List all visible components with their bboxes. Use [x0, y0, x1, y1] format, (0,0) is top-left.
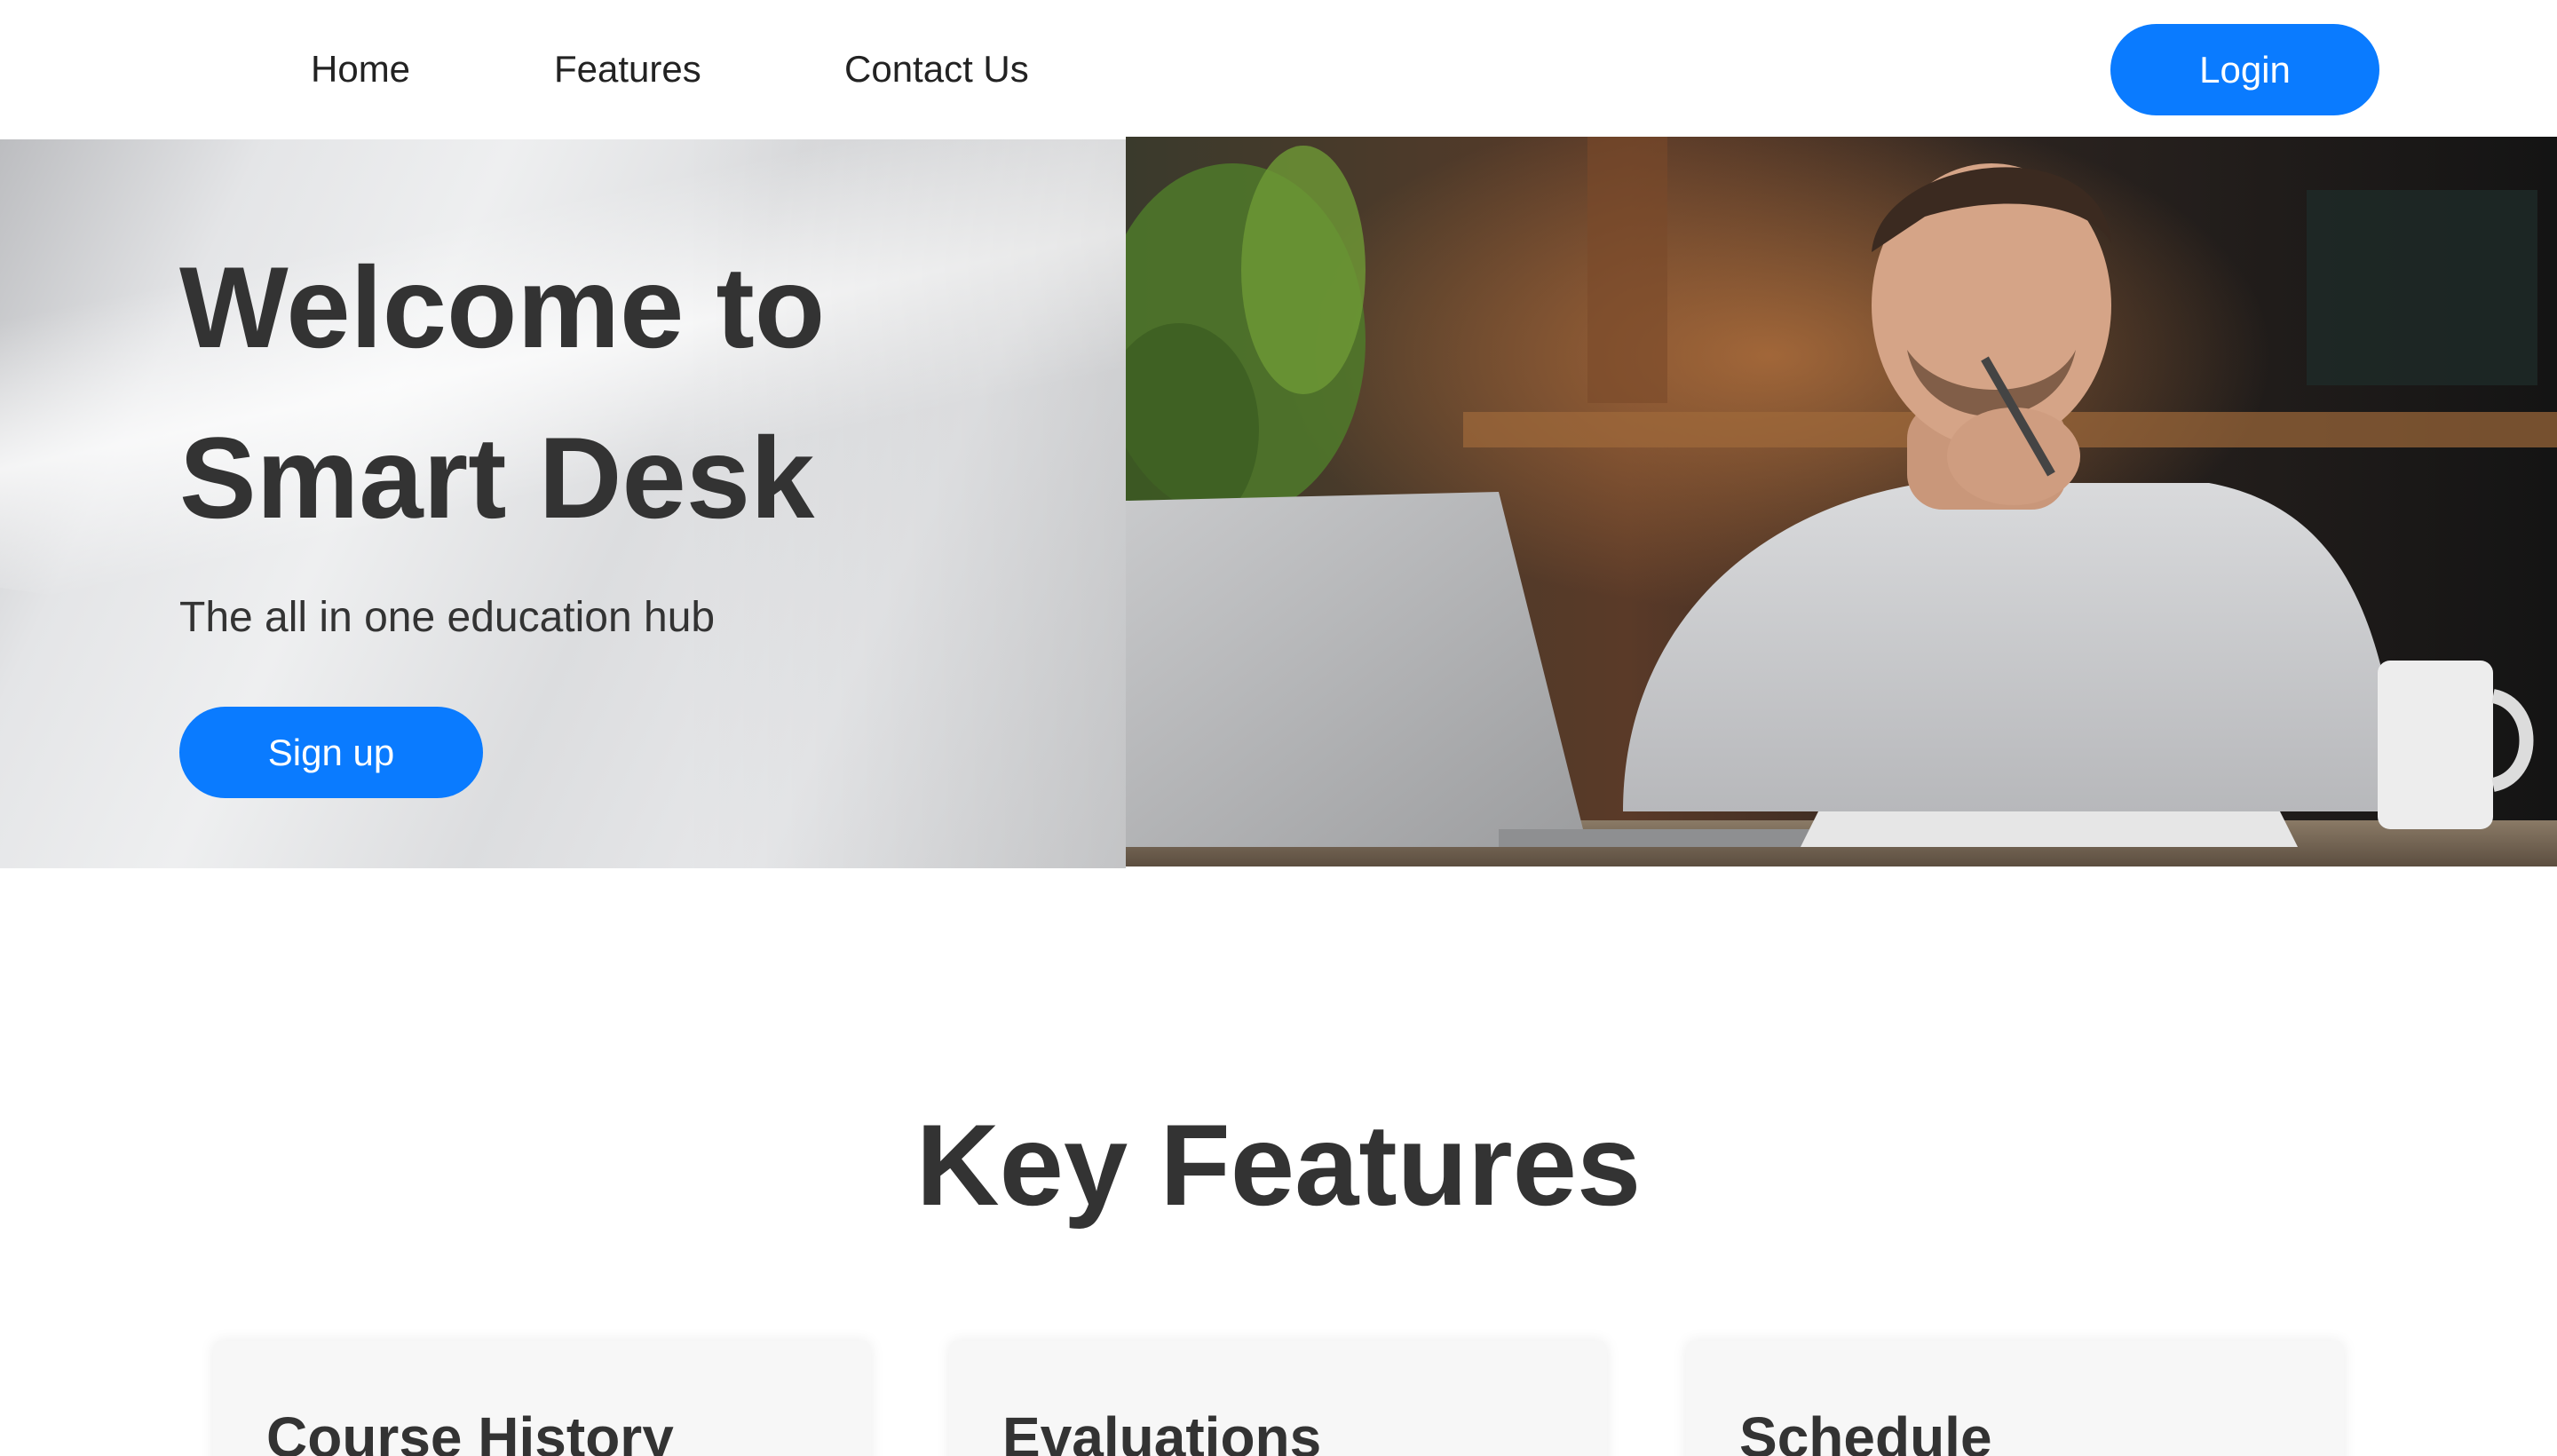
feature-card-title: Schedule	[1739, 1405, 1992, 1456]
login-button[interactable]: Login	[2110, 24, 2379, 115]
hero-title: Welcome to Smart Desk	[179, 242, 826, 542]
top-nav: Home Features Contact Us Login	[0, 0, 2557, 137]
sign-up-button[interactable]: Sign up	[179, 707, 483, 798]
man-at-laptop-photo	[1126, 137, 2557, 866]
key-features-title: Key Features	[915, 1100, 1642, 1230]
feature-card-title: Evaluations	[1002, 1405, 1322, 1456]
feature-card-course-history[interactable]: Course History	[213, 1341, 871, 1456]
nav-link-features[interactable]: Features	[554, 43, 701, 96]
hero-subtitle: The all in one education hub	[179, 594, 716, 641]
feature-card-schedule[interactable]: Schedule	[1686, 1341, 2344, 1456]
nav-link-home[interactable]: Home	[311, 43, 410, 96]
feature-card-evaluations[interactable]: Evaluations	[949, 1341, 1607, 1456]
hero-photo	[1126, 137, 2557, 866]
feature-card-title: Course History	[266, 1405, 674, 1456]
nav-link-contact-us[interactable]: Contact Us	[844, 43, 1029, 96]
